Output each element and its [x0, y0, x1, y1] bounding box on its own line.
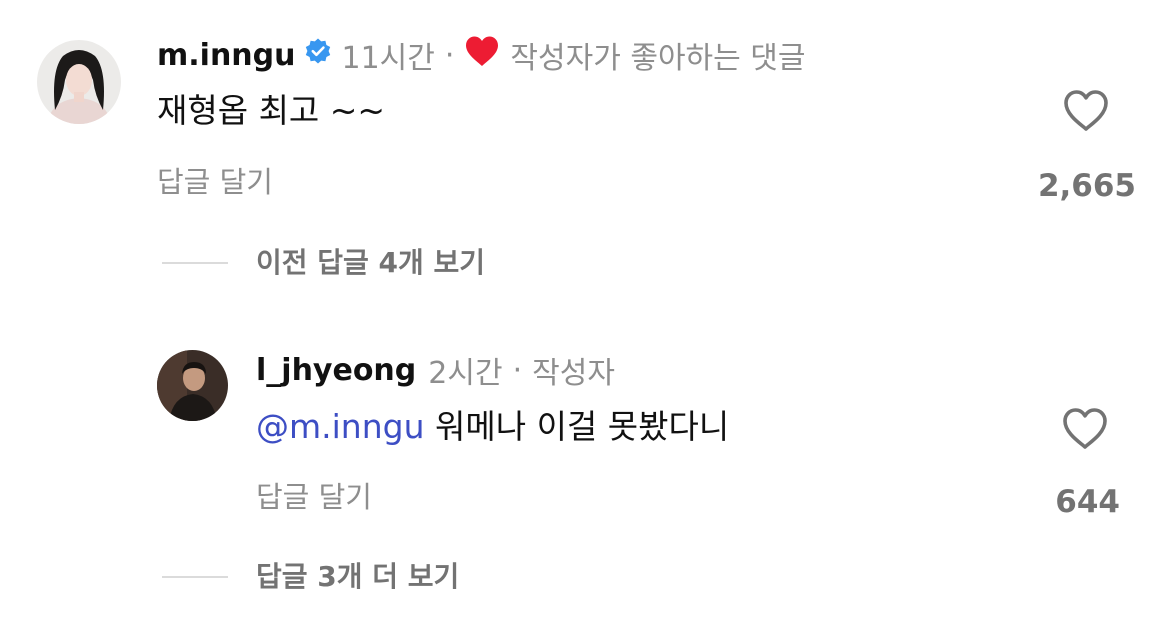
- red-heart-icon: [464, 35, 500, 75]
- thread-divider: [162, 262, 228, 264]
- reply-username[interactable]: l_jhyeong: [256, 353, 416, 388]
- header-separator: ·: [512, 352, 523, 388]
- reply-button[interactable]: 답글 달기: [256, 477, 372, 517]
- comment-time: 11시간: [341, 41, 435, 76]
- reply-header: l_jhyeong 2시간 · 작성자: [256, 349, 615, 392]
- reply-like-count: 644: [1055, 484, 1120, 520]
- verified-badge-icon: [304, 37, 332, 73]
- heart-outline-icon[interactable]: [1062, 89, 1110, 133]
- thread-divider: [162, 576, 228, 578]
- reply-time: 2시간: [428, 356, 503, 391]
- mention-link[interactable]: @m.inngu: [256, 407, 425, 446]
- author-label: 작성자: [532, 356, 615, 391]
- view-previous-replies-button[interactable]: 이전 답글 4개 보기: [256, 243, 485, 283]
- comment-header: m.inngu 11시간 · 작성자가 좋아하는 댓글: [157, 34, 806, 76]
- header-separator: ·: [444, 37, 455, 73]
- liked-by-author-label: 작성자가 좋아하는 댓글: [510, 41, 806, 76]
- view-more-replies-button[interactable]: 답글 3개 더 보기: [256, 557, 459, 597]
- avatar-m-inngu[interactable]: [37, 40, 121, 124]
- reply-body: 워메나 이걸 못봤다니: [435, 407, 730, 446]
- reply-text: @m.inngu 워메나 이걸 못봤다니: [256, 404, 729, 450]
- avatar-l-jhyeong[interactable]: [157, 350, 228, 421]
- comment-username[interactable]: m.inngu: [157, 38, 296, 73]
- comment-like-count: 2,665: [1037, 168, 1136, 204]
- reply-button[interactable]: 답글 달기: [157, 162, 273, 202]
- heart-outline-icon[interactable]: [1061, 407, 1109, 451]
- comment-text: 재형옵 최고 ~~: [157, 91, 386, 130]
